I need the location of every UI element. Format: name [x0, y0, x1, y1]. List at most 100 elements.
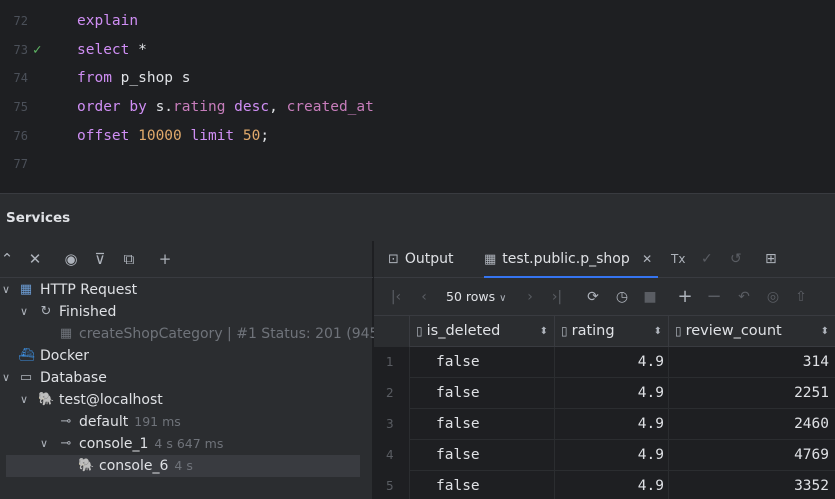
tree-item-default[interactable]: ⊸ default 191 ms	[0, 411, 373, 433]
chevron-down-icon[interactable]: ∨	[20, 389, 32, 411]
cell-is-deleted[interactable]: false	[410, 440, 555, 471]
http-icon: ▦	[19, 282, 33, 297]
tree-item-duration: 4 s 647 ms	[154, 436, 224, 451]
cell-is-deleted[interactable]: false	[410, 347, 555, 378]
tab-output[interactable]: ⊡ Output	[388, 241, 454, 278]
stop-icon[interactable]: ■	[643, 287, 657, 307]
table-header: ▯ is_deleted ⬍ ▯ rating ⬍ ▯ review_count ⬍	[374, 316, 835, 347]
session-icon: ⊸	[60, 414, 72, 429]
cell-rating[interactable]: 4.9	[555, 409, 669, 440]
row-number: 1	[374, 347, 410, 378]
sql-editor[interactable]: 72 explain 73 ✓ select * 74 from p_shop …	[0, 0, 835, 193]
chevron-down-icon[interactable]: ∨	[2, 279, 14, 301]
table-row[interactable]: 2 false 4.9 2251	[374, 378, 835, 409]
table-icon: ▦	[484, 252, 497, 267]
code-line-77[interactable]: 77	[0, 150, 835, 178]
chevron-down-icon[interactable]: ∨	[20, 301, 32, 323]
tab-label: Output	[404, 251, 454, 267]
sort-icon[interactable]: ⬍	[540, 316, 548, 347]
chevron-down-icon[interactable]: ∨	[2, 367, 14, 389]
tx-mode-button[interactable]: Tx	[671, 241, 685, 278]
filter-icon[interactable]: ⊽	[90, 249, 110, 269]
line-number: 73	[13, 43, 28, 57]
code-line-74[interactable]: 74 from p_shop s	[0, 64, 835, 92]
cell-review-count[interactable]: 2251	[669, 378, 835, 409]
submit-icon[interactable]: ⇧	[793, 287, 809, 307]
sort-icon[interactable]: ⬍	[821, 316, 829, 347]
revert-icon[interactable]: ↶	[736, 287, 752, 307]
tree-item-database[interactable]: ∨ ▭ Database	[0, 367, 373, 389]
tree-item-label: default	[79, 414, 129, 430]
keyword: desc	[225, 99, 270, 115]
tree-item-connection[interactable]: ∨ 🐘 test@localhost	[0, 389, 373, 411]
code-line-76[interactable]: 76 offset 10000 limit 50;	[0, 122, 835, 150]
page-size-value: 50 rows	[446, 289, 496, 304]
column-header-review-count[interactable]: ▯ review_count ⬍	[669, 316, 835, 347]
table-row[interactable]: 5 false 4.9 3352	[374, 471, 835, 499]
identifier: p_shop s	[111, 70, 191, 86]
chevron-down-icon[interactable]: ∨	[40, 433, 52, 455]
column-header-is-deleted[interactable]: ▯ is_deleted ⬍	[410, 316, 555, 347]
refresh-icon[interactable]: ⟳	[584, 287, 602, 307]
code-line-73[interactable]: 73 ✓ select *	[0, 36, 835, 64]
cell-rating[interactable]: 4.9	[555, 378, 669, 409]
row-number: 4	[374, 440, 410, 471]
tree-item-request[interactable]: ▦ createShopCategory | #1 Status: 201 (9…	[0, 323, 379, 345]
line-number: 77	[13, 157, 28, 171]
tree-item-docker[interactable]: ⛴ Docker	[0, 345, 373, 367]
rollback-icon[interactable]: ↺	[730, 241, 742, 278]
sort-icon[interactable]: ⬍	[654, 316, 662, 347]
eye-icon[interactable]: ◉	[61, 249, 81, 269]
cell-review-count[interactable]: 4769	[669, 440, 835, 471]
cell-review-count[interactable]: 314	[669, 347, 835, 378]
tree-item-duration: 4 s	[174, 458, 193, 473]
cell-is-deleted[interactable]: false	[410, 471, 555, 499]
line-number: 76	[13, 129, 28, 143]
last-page-icon[interactable]: ›|	[549, 287, 565, 307]
page-size-select[interactable]: 50 rows ∨	[446, 287, 506, 309]
clock-icon[interactable]: ◷	[613, 287, 631, 307]
tree-item-duration: 191 ms	[134, 414, 181, 429]
add-row-icon[interactable]: +	[677, 287, 693, 307]
cell-is-deleted[interactable]: false	[410, 409, 555, 440]
prev-page-icon[interactable]: ‹	[418, 287, 430, 307]
next-page-icon[interactable]: ›	[524, 287, 536, 307]
code-line-75[interactable]: 75 order by s.rating desc, created_at	[0, 93, 835, 121]
tab-table[interactable]: ▦ test.public.p_shop ✕	[484, 241, 659, 278]
collapse-all-icon[interactable]: ✕	[25, 249, 45, 269]
cell-rating[interactable]: 4.9	[555, 440, 669, 471]
delete-row-icon[interactable]: −	[706, 287, 722, 307]
keyword: from	[77, 70, 112, 86]
code-line-72[interactable]: 72 explain	[0, 7, 835, 35]
tab-label: test.public.p_shop	[502, 251, 630, 267]
tree-item-console-1[interactable]: ∨ ⊸ console_1 4 s 647 ms	[0, 433, 373, 455]
expand-all-icon[interactable]: ⌃	[0, 249, 17, 269]
cell-is-deleted[interactable]: false	[410, 378, 555, 409]
tree-item-label: HTTP Request	[40, 282, 138, 298]
row-number: 2	[374, 378, 410, 409]
close-icon[interactable]: ✕	[642, 252, 652, 266]
tree-item-console-6[interactable]: 🐘 console_6 4 s	[6, 455, 360, 477]
tree-item-finished[interactable]: ∨ ↻ Finished	[0, 301, 373, 323]
cell-review-count[interactable]: 3352	[669, 471, 835, 499]
add-service-icon[interactable]: +	[155, 249, 175, 269]
view-icon[interactable]: ◎	[764, 287, 782, 307]
punctuation: ,	[269, 99, 287, 115]
table-row[interactable]: 1 false 4.9 314	[374, 347, 835, 378]
tree-item-http-request[interactable]: ∨ ▦ HTTP Request	[0, 279, 373, 301]
commit-icon[interactable]: ✓	[701, 241, 713, 278]
tree-item-label: Docker	[40, 348, 90, 364]
column-label: review_count	[685, 323, 782, 339]
cell-rating[interactable]: 4.9	[555, 347, 669, 378]
table-row[interactable]: 3 false 4.9 2460	[374, 409, 835, 440]
tree-item-label: Finished	[59, 304, 117, 320]
cell-rating[interactable]: 4.9	[555, 471, 669, 499]
table-row[interactable]: 4 false 4.9 4769	[374, 440, 835, 471]
cell-review-count[interactable]: 2460	[669, 409, 835, 440]
first-page-icon[interactable]: |‹	[388, 287, 404, 307]
row-number: 5	[374, 471, 410, 499]
check-icon: ✓	[33, 42, 42, 58]
new-tab-icon[interactable]: ⧉	[119, 249, 139, 269]
layout-icon[interactable]: ⊞	[765, 241, 777, 278]
column-header-rating[interactable]: ▯ rating ⬍	[555, 316, 669, 347]
